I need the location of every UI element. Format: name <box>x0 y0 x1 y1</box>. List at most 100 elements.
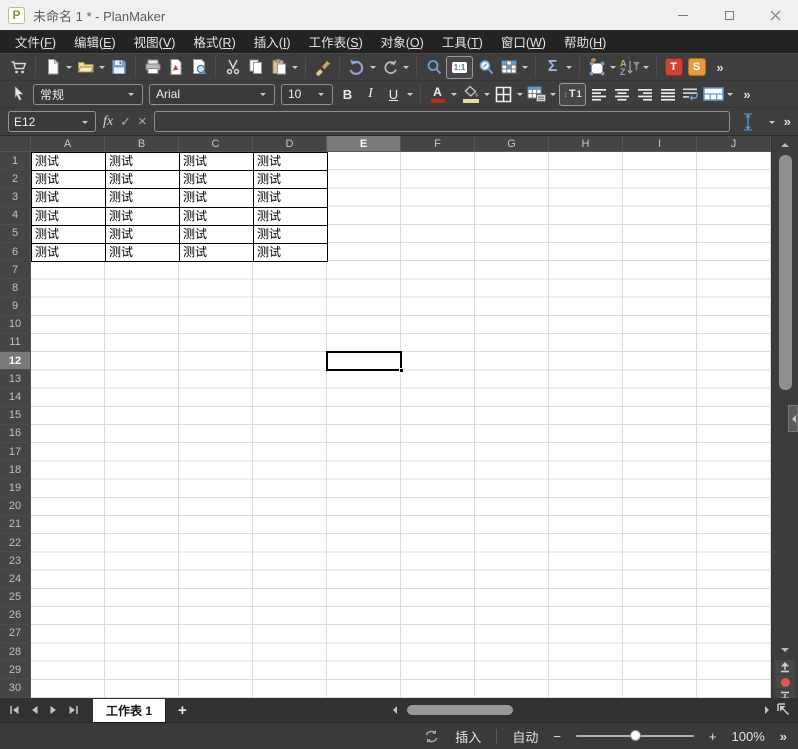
column-header-A[interactable]: A <box>31 136 105 152</box>
row-header-5[interactable]: 5 <box>0 225 31 243</box>
row-header-1[interactable]: 1 <box>0 152 31 170</box>
menu-item-7[interactable]: 对象(O) <box>372 30 433 53</box>
toolbar-overflow-button[interactable]: » <box>709 55 730 79</box>
cell-C1[interactable]: 测试 <box>180 153 254 171</box>
scroll-down-button[interactable] <box>772 643 798 658</box>
row-header-20[interactable]: 20 <box>0 498 31 516</box>
print-preview-button[interactable] <box>188 55 209 79</box>
row-header-19[interactable]: 19 <box>0 479 31 497</box>
insert-table-button[interactable] <box>498 55 519 79</box>
sort-filter-button[interactable]: AZ <box>619 55 640 79</box>
align-left-button[interactable] <box>588 82 609 106</box>
menu-item-5[interactable]: 插入(I) <box>245 30 300 53</box>
cell-reference-box[interactable]: E12 <box>8 111 96 132</box>
row-header-21[interactable]: 21 <box>0 516 31 534</box>
row-header-8[interactable]: 8 <box>0 279 31 297</box>
row-header-23[interactable]: 23 <box>0 552 31 570</box>
redo-button[interactable] <box>379 55 400 79</box>
redo-dropdown[interactable] <box>403 66 409 72</box>
horizontal-scrollbar-track[interactable] <box>399 702 763 718</box>
cancel-entry-button[interactable]: × <box>138 113 147 130</box>
cell-D2[interactable]: 测试 <box>254 171 328 189</box>
cell-C6[interactable]: 测试 <box>180 244 254 262</box>
format-toolbar-overflow-button[interactable]: » <box>736 82 757 106</box>
undo-dropdown[interactable] <box>370 66 376 72</box>
cell-C4[interactable]: 测试 <box>180 208 254 226</box>
wrap-text-button[interactable] <box>680 82 701 106</box>
zoom-in-button[interactable]: + <box>709 729 717 744</box>
cell-A3[interactable]: 测试 <box>32 189 106 207</box>
shop-cart-button[interactable] <box>8 55 29 79</box>
text-orientation-button[interactable]: ↕T1 <box>559 82 586 106</box>
sync-button[interactable] <box>423 729 440 744</box>
insert-object-button[interactable] <box>586 55 607 79</box>
formula-input[interactable] <box>154 111 730 132</box>
cell-B2[interactable]: 测试 <box>106 171 180 189</box>
menu-item-2[interactable]: 编辑(E) <box>65 30 125 53</box>
jump-up-button[interactable] <box>775 660 795 674</box>
zoom-slider-knob[interactable] <box>630 730 641 741</box>
row-header-2[interactable]: 2 <box>0 170 31 188</box>
menu-item-6[interactable]: 工作表(S) <box>300 30 372 53</box>
row-header-14[interactable]: 14 <box>0 388 31 406</box>
fill-handle[interactable] <box>399 368 404 373</box>
cell-A5[interactable]: 测试 <box>32 226 106 244</box>
record-position-button[interactable] <box>775 675 795 689</box>
row-header-30[interactable]: 30 <box>0 679 31 697</box>
font-name-select[interactable]: Arial <box>149 84 275 105</box>
row-header-17[interactable]: 17 <box>0 443 31 461</box>
insert-mode-indicator[interactable]: 插入 <box>455 727 481 746</box>
cell-D4[interactable]: 测试 <box>254 208 328 226</box>
menu-item-4[interactable]: 格式(R) <box>184 30 244 53</box>
textmaker-button[interactable]: T <box>663 55 684 79</box>
row-header-13[interactable]: 13 <box>0 370 31 388</box>
cell-D5[interactable]: 测试 <box>254 226 328 244</box>
menu-item-1[interactable]: 文件(F) <box>6 30 65 53</box>
cell-A6[interactable]: 测试 <box>32 244 106 262</box>
menu-item-3[interactable]: 视图(V) <box>125 30 185 53</box>
print-button[interactable] <box>142 55 163 79</box>
select-all-corner[interactable] <box>0 136 31 152</box>
row-header-4[interactable]: 4 <box>0 207 31 225</box>
previous-sheet-button[interactable] <box>24 700 44 720</box>
borders-dropdown[interactable] <box>517 93 523 99</box>
scroll-right-button[interactable] <box>765 706 773 714</box>
close-button[interactable] <box>752 0 798 30</box>
cell-D3[interactable]: 测试 <box>254 189 328 207</box>
jump-down-button[interactable] <box>775 690 795 698</box>
open-file-dropdown[interactable] <box>99 66 105 72</box>
row-header-6[interactable]: 6 <box>0 243 31 261</box>
vertical-scrollbar-thumb[interactable] <box>779 155 792 390</box>
export-pdf-button[interactable] <box>165 55 186 79</box>
horizontal-scrollbar[interactable] <box>392 702 770 718</box>
presentations-button[interactable]: S <box>686 55 707 79</box>
paste-dropdown[interactable] <box>292 66 298 72</box>
minimize-button[interactable] <box>660 0 706 30</box>
row-header-29[interactable]: 29 <box>0 661 31 679</box>
row-header-18[interactable]: 18 <box>0 461 31 479</box>
save-button[interactable] <box>108 55 129 79</box>
undo-button[interactable] <box>346 55 367 79</box>
column-header-H[interactable]: H <box>549 136 623 152</box>
next-sheet-button[interactable] <box>44 700 64 720</box>
maximize-button[interactable] <box>706 0 752 30</box>
insert-table-dropdown[interactable] <box>522 66 528 72</box>
cell-B1[interactable]: 测试 <box>106 153 180 171</box>
format-painter-button[interactable] <box>312 55 333 79</box>
row-header-3[interactable]: 3 <box>0 188 31 206</box>
last-sheet-button[interactable] <box>64 700 84 720</box>
row-header-25[interactable]: 25 <box>0 589 31 607</box>
selected-cell[interactable] <box>326 351 402 371</box>
formula-bar-overflow-button[interactable]: » <box>784 114 790 129</box>
scroll-left-button[interactable] <box>389 706 397 714</box>
zoom-out-button[interactable]: − <box>553 729 561 744</box>
sheet-tab-1[interactable]: 工作表 1 <box>93 699 165 722</box>
split-pane-handle[interactable] <box>788 405 798 432</box>
calc-mode-indicator[interactable]: 自动 <box>512 727 538 746</box>
column-header-I[interactable]: I <box>623 136 697 152</box>
cell-B5[interactable]: 测试 <box>106 226 180 244</box>
font-color-dropdown[interactable] <box>451 93 457 99</box>
row-header-9[interactable]: 9 <box>0 298 31 316</box>
menu-item-8[interactable]: 工具(T) <box>433 30 492 53</box>
zoom-button[interactable] <box>475 55 496 79</box>
